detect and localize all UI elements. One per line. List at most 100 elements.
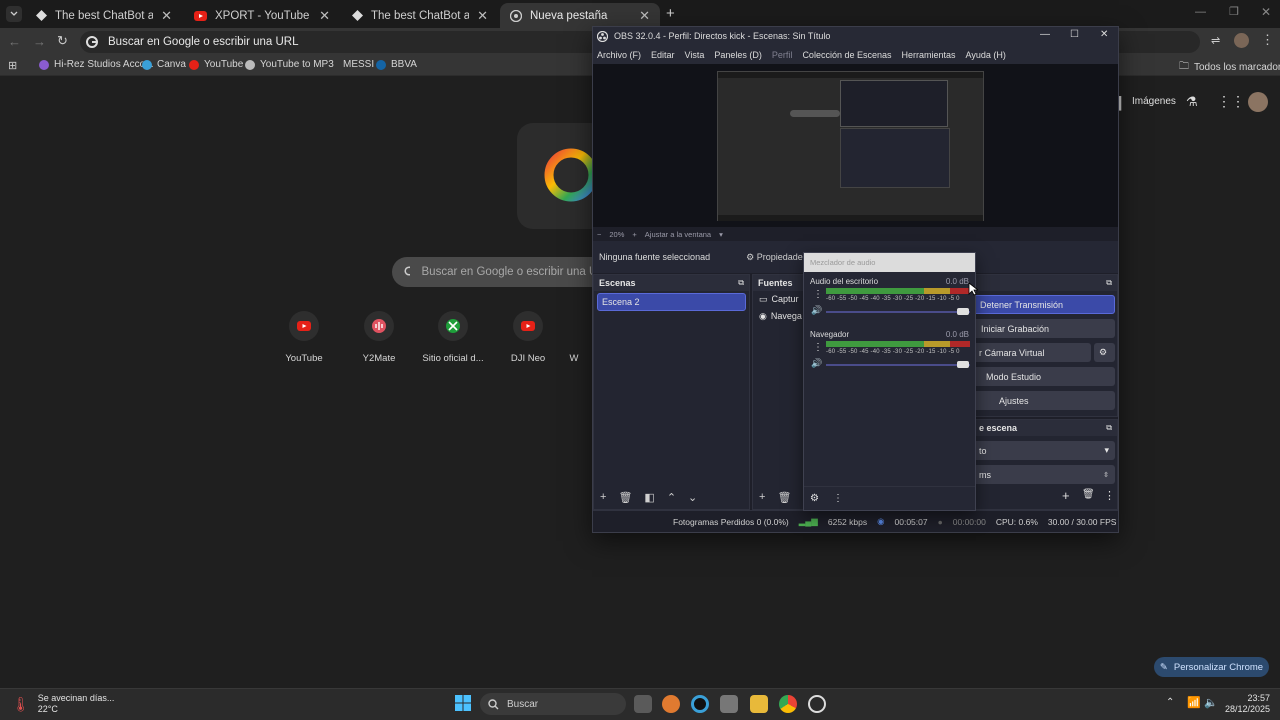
bookmark-hirez[interactable]: Hi-Rez Studios Acco... — [39, 59, 153, 70]
tab-new-tab[interactable]: Nueva pestaña ✕ — [500, 3, 660, 28]
wifi-icon[interactable]: 📶 — [1187, 696, 1201, 709]
obs-maximize-icon[interactable]: ☐ — [1070, 29, 1079, 40]
tab-search-button[interactable] — [6, 6, 22, 22]
virtual-camera-button[interactable]: r Cámara Virtual — [973, 343, 1091, 362]
blender-icon[interactable] — [662, 695, 680, 713]
menu-editar[interactable]: Editar — [651, 50, 675, 60]
customize-chrome-button[interactable]: ✎ Personalizar Chrome — [1154, 657, 1269, 677]
transition-duration[interactable]: ms ⇳ — [973, 465, 1115, 484]
restore-icon[interactable]: ❐ — [1229, 5, 1239, 18]
speaker-icon[interactable]: 🔊 — [811, 305, 822, 316]
obs-minimize-icon[interactable]: — — [1040, 29, 1050, 40]
virtual-camera-settings-button[interactable]: ⚙ — [1094, 343, 1115, 362]
images-link[interactable]: Imágenes — [1132, 96, 1176, 107]
transition-menu-icon[interactable]: ⋮ — [1104, 489, 1115, 502]
volume-fader[interactable] — [826, 364, 970, 366]
menu-perfil[interactable]: Perfil — [772, 50, 793, 60]
settings-button[interactable]: Ajustes — [973, 391, 1115, 410]
channel-menu-icon[interactable]: ⋮ — [813, 342, 823, 353]
davinci-icon[interactable] — [691, 695, 709, 713]
cast-icon[interactable]: ⇌ — [1211, 34, 1220, 47]
fader-handle[interactable] — [957, 308, 969, 315]
menu-ayuda[interactable]: Ayuda (H) — [966, 50, 1006, 60]
stop-streaming-button[interactable]: Detener Transmisión — [973, 295, 1115, 314]
forward-icon[interactable]: → — [33, 34, 46, 49]
delete-source-icon[interactable]: 🗑 — [777, 491, 791, 504]
close-tab-icon[interactable]: ✕ — [319, 8, 330, 24]
clock[interactable]: 23:57 28/12/2025 — [1224, 693, 1270, 715]
menu-coleccion[interactable]: Colección de Escenas — [802, 50, 891, 60]
labs-flask-icon[interactable]: ⚗ — [1186, 94, 1198, 110]
obs-close-icon[interactable]: ✕ — [1100, 29, 1108, 40]
back-icon[interactable]: ← — [8, 34, 21, 49]
reload-icon[interactable]: ↻ — [57, 33, 68, 49]
task-view-icon[interactable] — [634, 695, 652, 713]
mixer-menu-icon[interactable]: ⋮ — [833, 493, 843, 504]
volume-icon[interactable]: 🔈 — [1204, 696, 1218, 709]
mixer-title-bar[interactable]: Mezclador de audio — [804, 253, 975, 272]
bookmark-messi[interactable]: MESSI — [343, 59, 374, 70]
close-tab-icon[interactable]: ✕ — [639, 8, 650, 24]
add-scene-icon[interactable]: + — [600, 491, 606, 503]
start-recording-button[interactable]: Iniciar Grabación — [973, 319, 1115, 338]
close-window-icon[interactable]: ✕ — [1261, 5, 1271, 19]
taskbar-search[interactable]: Buscar — [480, 693, 626, 715]
menu-herramientas[interactable]: Herramientas — [902, 50, 956, 60]
account-avatar[interactable] — [1248, 92, 1268, 112]
bookmark-canva[interactable]: Canva — [142, 59, 186, 70]
shortcut-y2mate[interactable]: Y2Mate — [339, 311, 419, 364]
studio-mode-button[interactable]: Modo Estudio — [973, 367, 1115, 386]
all-bookmarks-folder[interactable]: 🗀 Todos los marcadores — [1179, 59, 1280, 76]
tab-youtube[interactable]: XPORT - YouTube ✕ — [184, 3, 340, 28]
windows-start-icon[interactable] — [455, 695, 471, 711]
menu-paneles[interactable]: Paneles (D) — [714, 50, 762, 60]
file-explorer-icon[interactable] — [750, 695, 768, 713]
minimize-icon[interactable]: — — [1195, 6, 1206, 18]
close-tab-icon[interactable]: ✕ — [161, 8, 172, 24]
filters-icon[interactable]: ◧ — [644, 491, 654, 504]
undock-icon[interactable]: ⧉ — [1106, 423, 1112, 433]
chevron-down-icon[interactable]: ▾ — [719, 230, 723, 239]
move-up-icon[interactable]: ⌃ — [667, 491, 676, 504]
menu-archivo[interactable]: Archivo (F) — [597, 50, 641, 60]
weather-widget[interactable]: 🌡 Se avecinan días... 22°C — [12, 693, 114, 715]
channel-menu-icon[interactable]: ⋮ — [813, 289, 823, 300]
new-tab-icon[interactable]: + — [666, 5, 675, 22]
transition-select[interactable]: to ▾ — [973, 441, 1115, 460]
bookmark-youtube-mp3[interactable]: YouTube to MP3 — [245, 59, 334, 70]
fader-handle[interactable] — [957, 361, 969, 368]
source-item[interactable]: ◉ Navega — [753, 308, 803, 325]
fit-window-select[interactable]: Ajustar a la ventana — [645, 230, 711, 239]
obs-taskbar-icon[interactable] — [808, 695, 826, 713]
chrome-icon[interactable] — [779, 695, 797, 713]
shortcut-youtube[interactable]: YouTube — [264, 311, 344, 364]
menu-vista[interactable]: Vista — [685, 50, 705, 60]
move-down-icon[interactable]: ⌄ — [688, 491, 697, 504]
audio-mixer-dock[interactable]: Mezclador de audio Audio del escritorio … — [803, 252, 976, 511]
obs-preview[interactable] — [593, 64, 1118, 227]
google-search-box[interactable]: Buscar en Google o escribir una URL — [392, 257, 612, 287]
delete-scene-icon[interactable]: 🗑 — [618, 491, 632, 504]
undock-icon[interactable]: ⧉ — [738, 278, 744, 288]
delete-transition-icon[interactable]: 🗑 — [1082, 489, 1095, 500]
scene-item[interactable]: Escena 2 — [597, 293, 746, 311]
tab-chatbot-1[interactable]: The best ChatBot and Widgets ✕ — [26, 3, 182, 28]
zoom-out-icon[interactable]: − — [597, 230, 601, 239]
tab-chatbot-2[interactable]: The best ChatBot and Widgets ✕ — [342, 3, 498, 28]
speaker-icon[interactable]: 🔊 — [811, 358, 822, 369]
advanced-audio-icon[interactable]: ⚙ — [810, 493, 819, 504]
volume-fader[interactable] — [826, 311, 970, 313]
profile-avatar[interactable] — [1234, 33, 1249, 48]
source-item[interactable]: ▭ Captur — [753, 291, 803, 308]
add-source-icon[interactable]: + — [759, 491, 765, 503]
close-tab-icon[interactable]: ✕ — [477, 8, 488, 24]
bookmark-youtube[interactable]: YouTube — [189, 59, 243, 70]
zoom-in-icon[interactable]: + — [632, 230, 636, 239]
bookmark-bbva[interactable]: BBVA — [376, 59, 417, 70]
add-transition-icon[interactable]: + — [1062, 488, 1070, 503]
menu-kebab-icon[interactable]: ⋮ — [1261, 32, 1274, 48]
properties-button[interactable]: ⚙ Propiedades — [746, 252, 807, 263]
shortcut-xbox[interactable]: Sitio oficial d... — [413, 311, 493, 364]
google-apps-icon[interactable]: ⋮⋮ — [1217, 93, 1245, 110]
apps-grid-icon[interactable]: ⊞ — [8, 59, 17, 72]
